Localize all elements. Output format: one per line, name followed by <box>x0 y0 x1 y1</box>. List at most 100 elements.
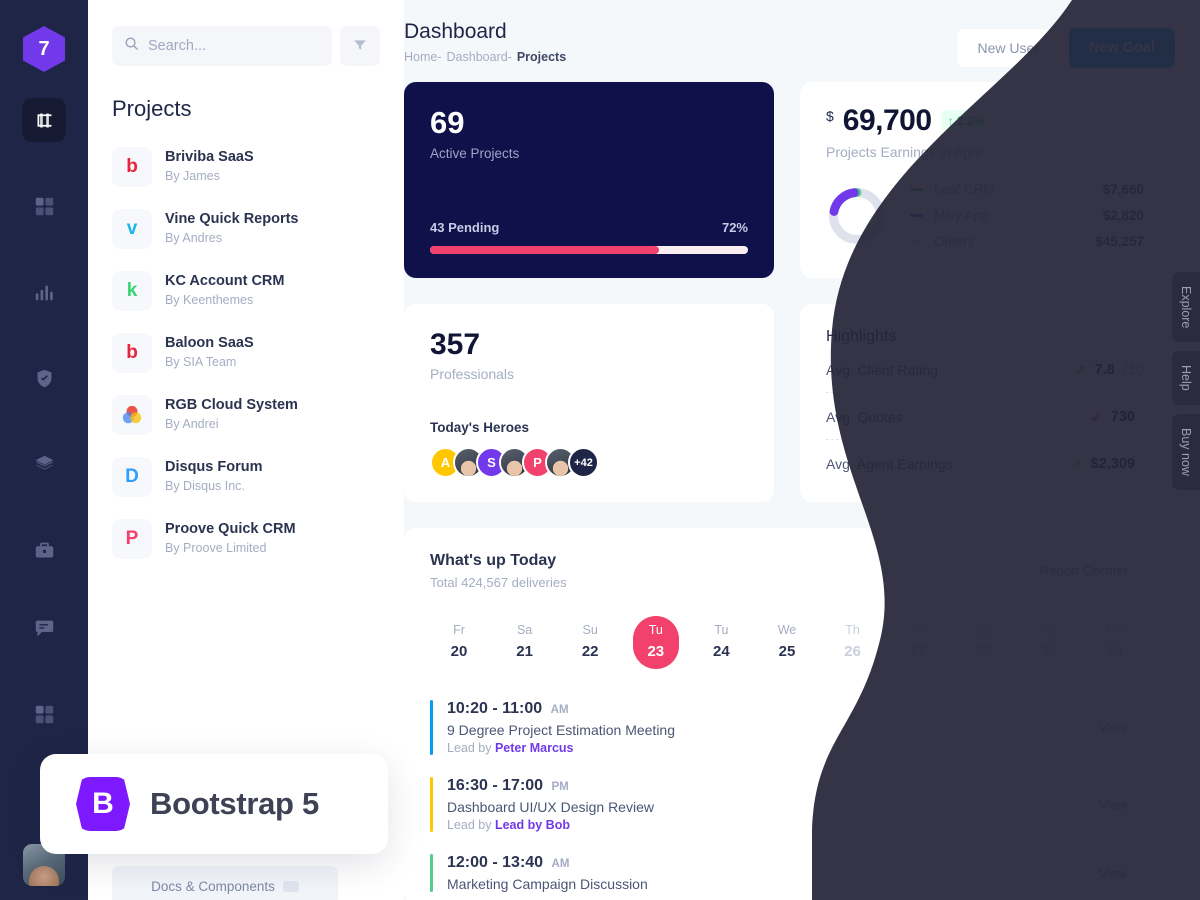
day-item[interactable]: Su 29 <box>1026 616 1072 669</box>
projects-list: b Briviba SaaS By James v Vine Quick Rep… <box>88 136 404 570</box>
day-number: 20 <box>450 643 468 660</box>
day-item[interactable]: Sa 21 <box>502 616 548 669</box>
list-item[interactable]: D Disqus Forum By Disqus Inc. <box>112 446 380 508</box>
tab-help[interactable]: Help <box>1172 351 1200 406</box>
list-item[interactable]: k KC Account CRM By Keenthemes <box>112 260 380 322</box>
project-logo-mark: b <box>126 342 138 363</box>
day-selector: Fr 20 Sa 21 Su 22 Tu 23 Tu 24 We 25 Th 2… <box>430 616 1144 669</box>
whats-up-header: What's up Today Total 424,567 deliveries… <box>430 552 1144 590</box>
highlights-card: Highlights Avg. Client Rating ↗ 7.8/10 A… <box>800 304 1170 502</box>
day-item[interactable]: We 25 <box>764 616 810 669</box>
day-dow: Mo <box>1106 623 1124 637</box>
whats-up-title: What's up Today <box>430 552 557 569</box>
breadcrumb-item-home[interactable]: Home- <box>404 50 442 64</box>
highlight-value-group: ↗ $2,309 <box>1071 456 1144 472</box>
app-logo[interactable]: 7 <box>23 26 65 72</box>
pending-label: 43 Pending <box>430 220 500 235</box>
bootstrap-logo-letter: B <box>92 787 114 820</box>
day-item-selected[interactable]: Tu 23 <box>632 616 679 669</box>
day-item[interactable]: Fr 20 <box>436 616 482 669</box>
legend-amount: $7,660 <box>1102 182 1144 197</box>
day-dow: Su <box>582 623 598 637</box>
day-item[interactable]: Mo 30 <box>1092 616 1138 669</box>
shield-check-icon <box>34 368 55 389</box>
day-number: 21 <box>516 643 533 660</box>
new-goal-button[interactable]: New Goal <box>1068 28 1175 68</box>
day-dow: Th <box>845 623 860 637</box>
project-logo-icon: D <box>112 457 152 497</box>
day-dow: Su <box>1041 623 1057 637</box>
view-button[interactable]: View <box>1082 788 1144 821</box>
highlight-label: Avg. Agent Earnings <box>826 456 953 472</box>
filter-button[interactable] <box>340 26 380 66</box>
bootstrap-badge: B Bootstrap 5 <box>40 754 388 854</box>
app-logo-label: 7 <box>38 37 50 60</box>
list-item[interactable]: b Baloon SaaS By SIA Team <box>112 322 380 384</box>
new-user-button[interactable]: New User <box>957 29 1059 67</box>
topbar-actions: New User New Goal <box>957 20 1175 68</box>
event-time: 16:30 - 17:00 <box>447 777 544 794</box>
day-item[interactable]: Tu 24 <box>698 616 744 669</box>
list-item[interactable]: RGB Cloud System By Andrei <box>112 384 380 446</box>
event-title: 9 Degree Project Estimation Meeting <box>447 722 675 738</box>
event-color-bar <box>430 854 433 892</box>
rail-item-apps[interactable] <box>22 692 66 736</box>
legend-swatch <box>910 240 923 243</box>
event-time-row: 16:30 - 17:00 PM <box>447 777 654 795</box>
event-lead-name[interactable]: Peter Marcus <box>495 741 574 755</box>
list-item[interactable]: b Briviba SaaS By James <box>112 136 380 198</box>
event-meridiem: AM <box>550 704 569 716</box>
heroes-avatar-group: A S P +42 <box>430 447 748 478</box>
panel-search-row <box>88 0 404 66</box>
bar-chart-icon <box>34 282 55 303</box>
rail-item-layers[interactable] <box>22 442 66 486</box>
chat-icon <box>34 618 55 639</box>
report-center-button[interactable]: Report Cecnter <box>1023 552 1144 588</box>
day-item[interactable]: Sa 28 <box>961 616 1007 669</box>
event-title: Marketing Campaign Discussion <box>447 876 648 892</box>
highlight-label: Avg. Quotes <box>826 409 903 425</box>
progress-track <box>430 246 748 254</box>
project-name: Briviba SaaS <box>165 148 254 165</box>
day-item[interactable]: Su 22 <box>567 616 613 669</box>
earnings-value: 69,700 <box>842 104 932 137</box>
search-input[interactable] <box>148 38 320 54</box>
breadcrumb-item-dashboard[interactable]: Dashboard- <box>447 50 512 64</box>
day-item[interactable]: Fri 27 <box>895 616 941 669</box>
project-owner: By Proove Limited <box>165 541 267 556</box>
avatar-initial: P <box>533 455 542 470</box>
earnings-header: $ 69,700 ↑ 2.2% <box>826 104 1144 138</box>
whats-up-subtitle: Total 424,567 deliveries <box>430 575 567 590</box>
event-lead: Lead by Peter Marcus <box>447 741 675 755</box>
legend-amount: $2,820 <box>1102 208 1144 223</box>
rail-item-analytics[interactable] <box>22 270 66 314</box>
rail-item-grid[interactable] <box>22 184 66 228</box>
tab-buy-now[interactable]: Buy now <box>1172 414 1200 491</box>
grid-icon <box>34 704 55 725</box>
whats-up-today-card: What's up Today Total 424,567 deliveries… <box>404 528 1170 900</box>
professionals-card: 357 Professionals Today's Heroes A S P +… <box>404 304 774 502</box>
tab-explore[interactable]: Explore <box>1172 272 1200 343</box>
rail-item-briefcase[interactable] <box>22 528 66 572</box>
event-lead-name[interactable]: Lead by Bob <box>495 818 570 832</box>
list-item[interactable]: P Proove Quick CRM By Proove Limited <box>112 508 380 570</box>
bootstrap-badge-label: Bootstrap 5 <box>150 786 319 821</box>
project-logo-mark: k <box>126 280 138 301</box>
avatar-more-count[interactable]: +42 <box>568 447 599 478</box>
rail-item-chat[interactable] <box>22 606 66 650</box>
project-name: Vine Quick Reports <box>165 210 299 227</box>
list-item[interactable]: v Vine Quick Reports By Andres <box>112 198 380 260</box>
search-box[interactable] <box>112 26 332 66</box>
docs-components-button[interactable]: Docs & Components <box>112 866 338 900</box>
rail-item-cube[interactable] <box>22 98 66 142</box>
view-button[interactable]: View <box>1082 711 1144 744</box>
day-number: 27 <box>909 643 927 660</box>
view-button[interactable]: View <box>1082 857 1144 889</box>
rail-item-security[interactable] <box>22 356 66 400</box>
rail-icon-list <box>22 98 66 572</box>
earnings-delta-badge: ↑ 2.2% <box>940 110 992 132</box>
rgb-circles-icon <box>122 405 142 424</box>
day-item[interactable]: Th 26 <box>830 616 876 669</box>
progress-row: 43 Pending 72% <box>430 220 748 235</box>
project-logo-icon: v <box>112 209 152 249</box>
